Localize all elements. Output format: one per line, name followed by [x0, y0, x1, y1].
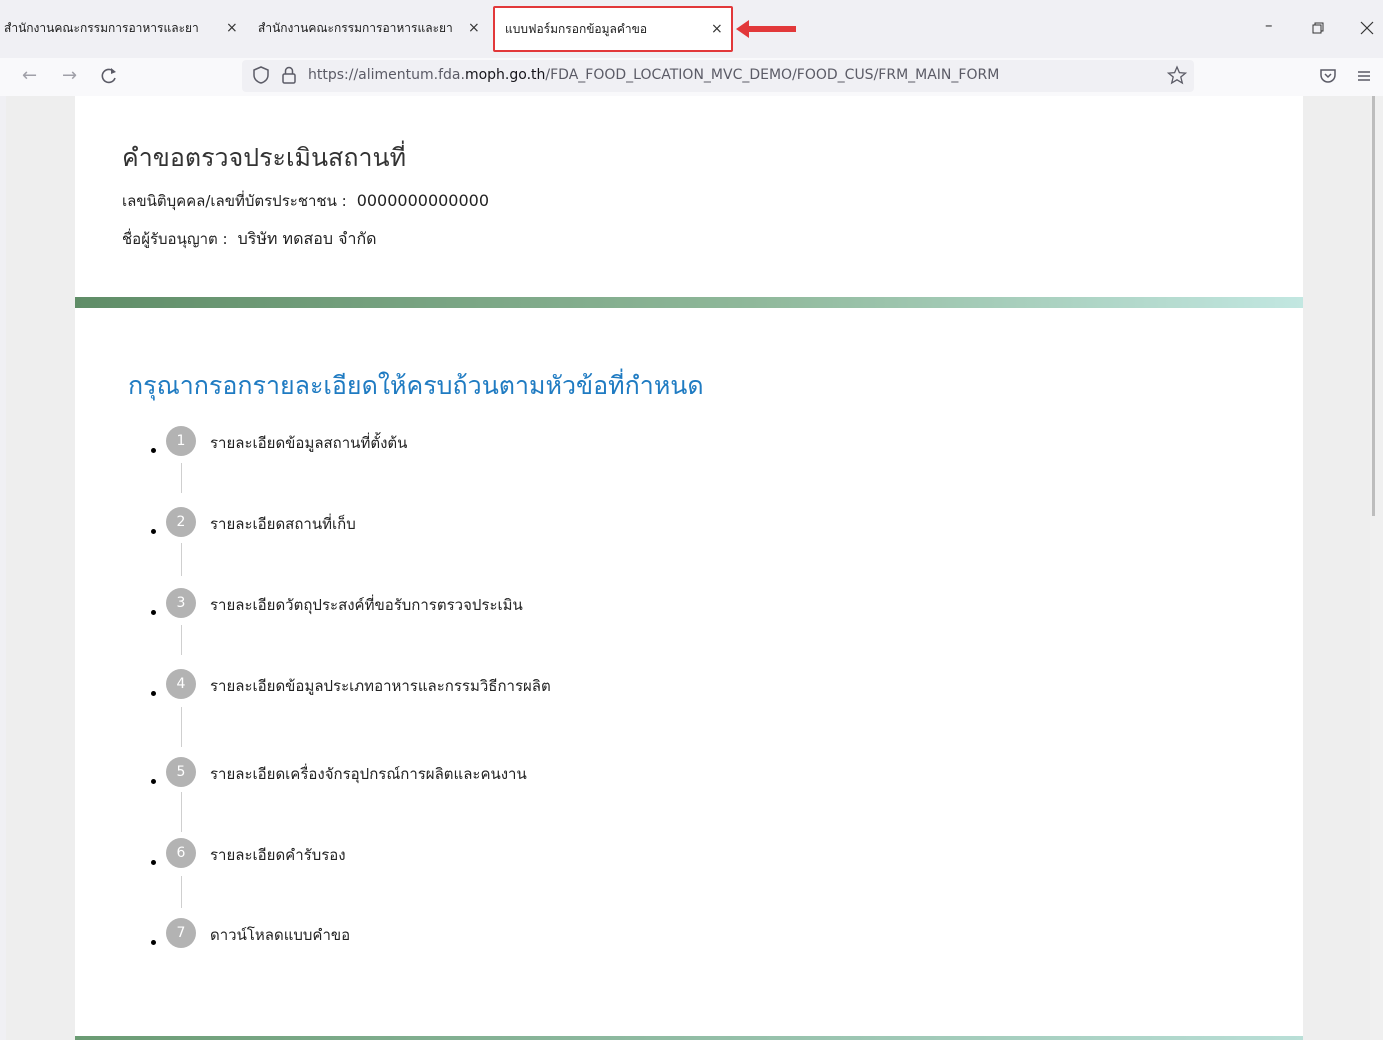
step-number-badge: 3 [166, 588, 196, 618]
url-prefix: https://alimentum.fda. [308, 67, 465, 83]
step-item-6[interactable]: 6 รายละเอียดคำรับรอง [148, 838, 748, 878]
step-connector [181, 463, 182, 493]
bookmark-star-icon[interactable] [1166, 64, 1188, 86]
step-number-badge: 2 [166, 507, 196, 537]
step-label[interactable]: รายละเอียดข้อมูลประเภทอาหารและกรรมวิธีกา… [210, 674, 551, 698]
page-title: คำขอตรวจประเมินสถานที่ [122, 143, 407, 172]
reload-icon[interactable] [100, 67, 118, 85]
forward-arrow-icon[interactable]: → [62, 65, 77, 87]
minimize-icon[interactable]: – [1265, 16, 1273, 34]
step-label[interactable]: รายละเอียดคำรับรอง [210, 843, 346, 867]
tab-close-icon[interactable]: × [468, 20, 480, 36]
url-path: /FDA_FOOD_LOCATION_MVC_DEMO/FOOD_CUS/FRM… [545, 67, 1000, 83]
step-item-3[interactable]: 3 รายละเอียดวัตถุประสงค์ที่ขอรับการตรวจป… [148, 588, 748, 628]
step-connector [181, 543, 182, 576]
list-bullet [151, 529, 156, 534]
step-connector [181, 625, 182, 655]
step-number-badge: 1 [166, 426, 196, 456]
section-title: กรุณากรอกรายละเอียดให้ครบถ้วนตามหัวข้อที… [128, 371, 704, 400]
menu-icon[interactable] [1357, 69, 1371, 83]
divider-gradient-bar-bottom [75, 1036, 1303, 1040]
id-label: เลขนิติบุคคล/เลขที่บัตรประชาชน : [122, 192, 347, 210]
shield-icon[interactable] [250, 64, 272, 86]
list-bullet [151, 448, 156, 453]
tab-close-icon[interactable]: × [711, 21, 723, 37]
list-bullet [151, 940, 156, 945]
step-number-badge: 5 [166, 757, 196, 787]
step-connector [181, 792, 182, 832]
tab-title: แบบฟอร์มกรอกข้อมูลคำขอ [505, 21, 648, 36]
step-item-1[interactable]: 1 รายละเอียดข้อมูลสถานที่ตั้งต้น [148, 426, 748, 466]
step-item-4[interactable]: 4 รายละเอียดข้อมูลประเภทอาหารและกรรมวิธี… [148, 669, 748, 709]
lock-icon[interactable] [278, 64, 300, 86]
id-value: 0000000000000 [356, 191, 490, 210]
list-bullet [151, 691, 156, 696]
step-number-badge: 7 [166, 918, 196, 948]
step-label[interactable]: รายละเอียดสถานที่เก็บ [210, 512, 356, 536]
tab-close-icon[interactable]: × [226, 20, 238, 36]
tab-title: สำนักงานคณะกรรมการอาหารและยา [4, 20, 199, 35]
step-item-7[interactable]: 7 ดาวน์โหลดแบบคำขอ [148, 918, 748, 958]
step-label[interactable]: รายละเอียดข้อมูลสถานที่ตั้งต้น [210, 431, 407, 455]
browser-tab-active[interactable]: แบบฟอร์มกรอกข้อมูลคำขอ × [493, 6, 733, 52]
tab-strip: สำนักงานคณะกรรมการอาหารและยา × สำนักงานค… [0, 0, 1383, 58]
id-line: เลขนิติบุคคล/เลขที่บัตรประชาชน : 00000000… [122, 189, 489, 213]
list-bullet [151, 860, 156, 865]
address-bar[interactable]: https://alimentum.fda.moph.go.th/FDA_FOO… [242, 60, 1194, 92]
pocket-icon[interactable] [1319, 68, 1337, 84]
licensee-line: ชื่อผู้รับอนุญาต : บริษัท ทดสอบ จำกัด [122, 227, 377, 252]
licensee-value: บริษัท ทดสอบ จำกัด [237, 229, 377, 248]
step-label[interactable]: ดาวน์โหลดแบบคำขอ [210, 923, 350, 947]
step-item-5[interactable]: 5 รายละเอียดเครื่องจักรอุปกรณ์การผลิตและ… [148, 757, 748, 797]
list-bullet [151, 779, 156, 784]
browser-tab-2[interactable]: สำนักงานคณะกรรมการอาหารและยา × [258, 12, 488, 44]
back-arrow-icon[interactable]: ← [22, 65, 37, 87]
step-number-badge: 6 [166, 838, 196, 868]
divider-gradient-bar [75, 297, 1303, 308]
list-bullet [151, 610, 156, 615]
step-label[interactable]: รายละเอียดเครื่องจักรอุปกรณ์การผลิตและคน… [210, 762, 527, 786]
browser-tab-1[interactable]: สำนักงานคณะกรรมการอาหารและยา × [4, 12, 248, 44]
red-arrow-annotation-icon [736, 20, 796, 38]
close-window-icon[interactable] [1360, 21, 1374, 35]
step-label[interactable]: รายละเอียดวัตถุประสงค์ที่ขอรับการตรวจประ… [210, 593, 523, 617]
step-connector [181, 876, 182, 908]
url-text[interactable]: https://alimentum.fda.moph.go.th/FDA_FOO… [308, 67, 999, 83]
step-item-2[interactable]: 2 รายละเอียดสถานที่เก็บ [148, 507, 748, 547]
tab-title: สำนักงานคณะกรรมการอาหารและยา [258, 20, 453, 35]
url-host: moph.go.th [464, 67, 546, 83]
step-connector [181, 707, 182, 747]
scrollbar-thumb[interactable] [1372, 96, 1375, 516]
step-number-badge: 4 [166, 669, 196, 699]
licensee-label: ชื่อผู้รับอนุญาต : [122, 230, 228, 248]
restore-icon[interactable] [1312, 22, 1324, 34]
